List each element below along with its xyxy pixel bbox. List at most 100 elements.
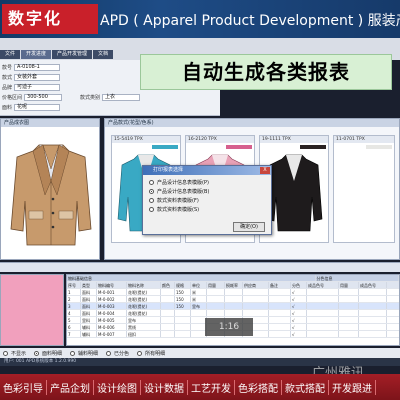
column-header[interactable]: 成品色号 (307, 282, 339, 288)
close-icon[interactable]: X (260, 167, 270, 174)
table-cell (307, 289, 339, 295)
table-cell (207, 310, 225, 316)
table-cell: 6 (67, 324, 81, 330)
radio-button[interactable] (137, 350, 143, 356)
table-cell (225, 296, 243, 302)
column-header[interactable]: 类型 (81, 282, 97, 288)
table-cell: 7 (67, 331, 81, 337)
table-row[interactable]: 1 面料 M-0-001 花呢(提花) 150 米 √ (67, 289, 399, 296)
report-option-label: 产品设计信息表模版(P) (157, 179, 209, 186)
grid-group-header: 物料基础信息 分色信息 (67, 275, 399, 282)
table-cell: √ (291, 310, 307, 316)
column-header[interactable]: 分色 (291, 282, 307, 288)
column-header[interactable]: 用量 (339, 282, 359, 288)
table-cell: √ (291, 289, 307, 295)
column-header[interactable]: 规格 (175, 282, 191, 288)
table-cell (161, 296, 175, 302)
filter-option[interactable]: 不显示 (3, 350, 26, 357)
radio-button[interactable] (149, 206, 154, 212)
table-cell (307, 317, 339, 323)
radio-button[interactable] (3, 350, 8, 356)
table-cell: 面料 (81, 296, 97, 302)
radio-button-selected[interactable] (149, 188, 154, 194)
print-report-dialog: 打印报表选择 X 产品设计信息表模版(P) 产品设计信息表模版(B) 款式资料表… (142, 165, 272, 235)
table-cell (339, 324, 359, 330)
table-cell (359, 303, 387, 309)
column-header[interactable]: 供应商 (243, 282, 269, 288)
form-label: 价格区间 (2, 94, 23, 101)
footer-nav-item[interactable]: 工艺开发 (188, 379, 235, 395)
column-header[interactable]: 用量 (207, 282, 225, 288)
table-row[interactable]: 3 面料 M-0-003 花呢(提花) 150 里布 √ (67, 303, 399, 310)
radio-button[interactable] (106, 350, 112, 356)
tab-docs[interactable]: 文档 (93, 50, 114, 59)
column-header[interactable]: 序号 (67, 282, 81, 288)
jacket-black-image (265, 154, 323, 232)
column-header[interactable]: 损耗率 (225, 282, 243, 288)
company-logo: 数字化 (2, 4, 98, 34)
footer-nav-item[interactable]: 产品企划 (47, 379, 94, 395)
colorway-code: 19-1111 TPX (260, 136, 328, 143)
style-number-field[interactable]: A-0108-1 (14, 63, 61, 71)
footer-nav-item[interactable]: 设计绘图 (94, 379, 141, 395)
column-header[interactable]: 成品色号 (359, 282, 387, 288)
footer-nav-item[interactable]: 色彩搭配 (235, 379, 282, 395)
filter-option[interactable]: 面料明细 (34, 350, 62, 357)
radio-button[interactable] (149, 197, 154, 203)
column-header[interactable]: 单位 (191, 282, 207, 288)
table-cell: √ (291, 331, 307, 337)
table-cell (161, 324, 175, 330)
column-header[interactable]: 物料名称 (127, 282, 161, 288)
table-row[interactable]: 4 面料 M-0-004 花呢(提花) √ (67, 310, 399, 317)
category-field[interactable]: 上衣 (102, 93, 141, 101)
filter-option-label: 面料明细 (42, 350, 63, 357)
column-header[interactable]: 物料编号 (97, 282, 127, 288)
table-cell (225, 289, 243, 295)
footer-nav-item[interactable]: 色彩引导 (0, 379, 47, 395)
tab-product-dev[interactable]: 产品开发管理 (52, 50, 93, 59)
table-cell (339, 296, 359, 302)
report-option[interactable]: 款式资料表模版(S) (149, 205, 199, 213)
report-option[interactable]: 产品设计信息表模版(P) (149, 178, 209, 186)
table-cell: 150 (175, 296, 191, 302)
footer-nav-item[interactable]: 款式搭配 (282, 379, 329, 395)
table-cell: 面料 (81, 310, 97, 316)
table-cell: 里布 (127, 317, 161, 323)
filter-option[interactable]: 辅料明细 (70, 350, 98, 357)
column-header[interactable]: 备注 (269, 282, 291, 288)
report-option[interactable]: 款式资料表模版(F) (149, 196, 199, 204)
footer-nav-item[interactable]: 设计数据 (141, 379, 188, 395)
table-cell: 花呢(提花) (127, 296, 161, 302)
color-swatch (226, 145, 252, 149)
radio-button-selected[interactable] (34, 350, 40, 356)
column-header[interactable]: 颜色 (161, 282, 175, 288)
table-cell (307, 310, 339, 316)
report-option[interactable]: 产品设计信息表模版(B) (149, 187, 209, 195)
ok-button[interactable]: 确定(O) (233, 222, 265, 232)
dialog-title-text: 打印报表选择 (153, 167, 184, 173)
price-range-field[interactable]: 300-500 (24, 93, 63, 101)
table-cell: √ (291, 296, 307, 302)
table-cell: 花呢(提花) (127, 310, 161, 316)
table-row[interactable]: 2 面料 M-0-002 花呢(提花) 150 米 √ (67, 296, 399, 303)
filter-option[interactable]: 所有明细 (137, 350, 165, 357)
style-type-field[interactable]: 女装外套 (14, 73, 61, 81)
tab-file[interactable]: 文件 (0, 50, 21, 59)
table-cell (359, 317, 387, 323)
table-cell (243, 310, 269, 316)
radio-button[interactable] (70, 350, 76, 356)
tab-progress[interactable]: 开发进度 (21, 50, 52, 59)
form-row: 面料 花呢 (2, 103, 61, 111)
footer-nav-item[interactable]: 开发跟进 (329, 379, 376, 395)
table-cell (225, 303, 243, 309)
filter-option[interactable]: 已分色 (106, 350, 129, 357)
radio-button[interactable] (149, 179, 154, 185)
table-cell (269, 317, 291, 323)
fabric-swatch-image (0, 274, 64, 346)
fabric-field[interactable]: 花呢 (14, 103, 61, 111)
table-cell (339, 317, 359, 323)
colorway-thumbnail[interactable]: 11-0701 TPX (333, 135, 395, 243)
report-option-label: 产品设计信息表模版(B) (157, 188, 210, 195)
brand-field[interactable]: 可迪子 (14, 83, 61, 91)
table-cell (339, 310, 359, 316)
